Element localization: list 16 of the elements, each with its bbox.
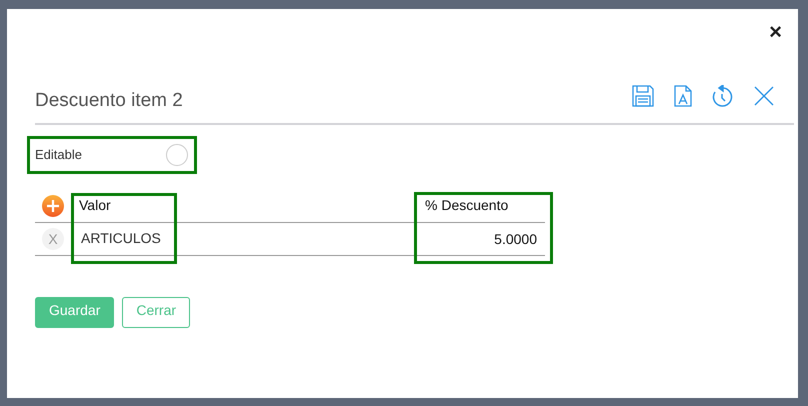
close-button[interactable]: × — [769, 21, 782, 43]
close-button[interactable]: Cerrar — [122, 297, 190, 328]
document-icon[interactable] — [674, 85, 692, 107]
delete-row-button[interactable]: X — [42, 228, 64, 250]
toggle-switch[interactable] — [166, 144, 188, 166]
table-cell-text: 5.0000 — [494, 230, 537, 248]
toggle-label: Editable — [35, 146, 82, 164]
save-button[interactable]: Guardar — [35, 297, 114, 328]
dialog-title: Descuento item 2 — [35, 89, 183, 113]
column-header: Valor — [78, 196, 111, 212]
save-icon[interactable] — [632, 85, 654, 107]
table-cell-text: ARTICULOS — [80, 230, 161, 246]
close-icon[interactable] — [754, 86, 774, 106]
column-header: % Descuento — [424, 196, 508, 212]
history-icon[interactable] — [712, 85, 734, 107]
add-icon[interactable] — [42, 194, 64, 216]
